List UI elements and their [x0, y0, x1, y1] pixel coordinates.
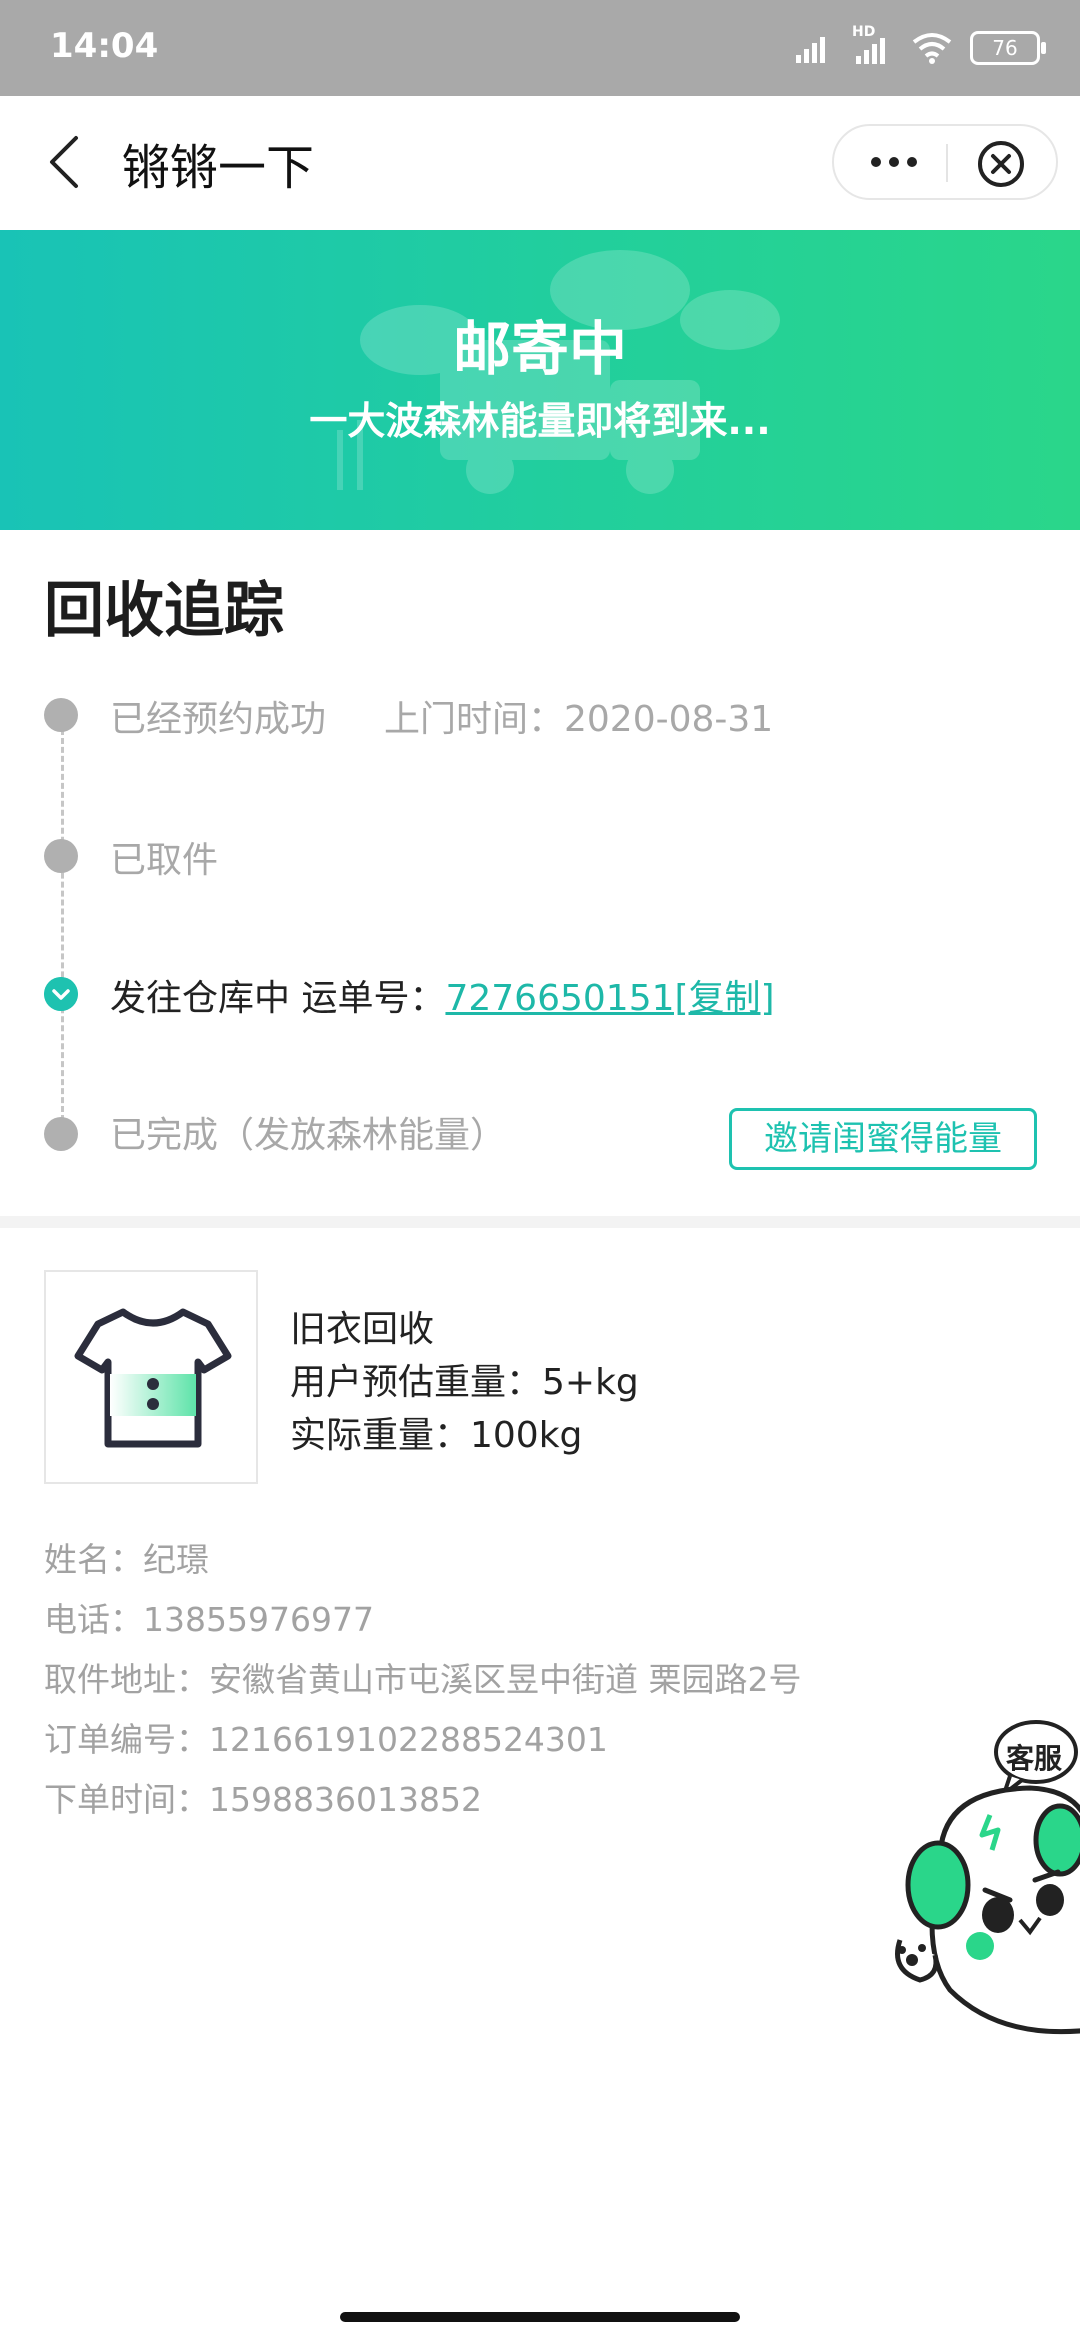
- customer-phone: 电话：13855976977: [44, 1600, 374, 1639]
- timeline-step-label: 发往仓库中 运单号：: [110, 978, 446, 1019]
- signal-icon: [796, 37, 825, 63]
- page-title: 锵锵一下: [122, 140, 315, 196]
- customer-service-mascot[interactable]: 客服: [880, 1710, 1080, 2040]
- order-number: 订单编号：1216619102288524301: [44, 1720, 608, 1759]
- section-title: 回收追踪: [44, 576, 284, 646]
- close-icon[interactable]: [976, 139, 1026, 189]
- wifi-icon: [912, 33, 952, 64]
- pickup-date: 上门时间：2020-08-31: [384, 699, 774, 740]
- customer-service-label: 客服: [1006, 1742, 1063, 1775]
- timeline-current-step: 发往仓库中 运单号：7276650151[复制]: [110, 969, 775, 1021]
- capsule-divider: [946, 144, 948, 182]
- customer-name: 姓名：纪璟: [44, 1540, 209, 1579]
- status-icons: HD 76: [794, 24, 1046, 68]
- more-icon[interactable]: [854, 142, 934, 182]
- order-time: 下单时间：1598836013852: [44, 1780, 482, 1819]
- timeline-step-label: 已取件: [110, 840, 219, 881]
- section-divider: [0, 1216, 1080, 1228]
- banner-subtitle: 一大波森林能量即将到来...: [309, 399, 771, 443]
- timeline-line: [61, 720, 64, 1130]
- timeline-dot: [44, 1117, 78, 1151]
- timeline-step-label: 已完成（发放森林能量）: [110, 1115, 507, 1156]
- product-thumbnail: [44, 1270, 258, 1484]
- timeline-dot: [44, 839, 78, 873]
- pickup-address: 取件地址：安徽省黄山市屯溪区昱中街道 栗园路2号: [44, 1660, 802, 1699]
- waybill-copy-link[interactable]: 7276650151[复制]: [445, 978, 774, 1019]
- banner-title: 邮寄中: [452, 315, 627, 383]
- tshirt-icon: [74, 1308, 232, 1448]
- invite-friend-button[interactable]: 邀请闺蜜得能量: [729, 1108, 1037, 1170]
- back-icon[interactable]: [38, 132, 98, 192]
- status-time: 14:04: [50, 26, 159, 66]
- nav-bar: 锵锵一下: [0, 96, 1080, 230]
- battery-icon: 76: [970, 31, 1046, 65]
- check-icon: [44, 977, 78, 1011]
- product-name: 旧衣回收: [290, 1309, 435, 1350]
- estimated-weight: 用户预估重量：5+kg: [290, 1362, 639, 1403]
- mini-program-capsule: [832, 124, 1058, 200]
- signal-hd-icon: HD: [852, 24, 894, 64]
- home-indicator[interactable]: [340, 2312, 740, 2322]
- status-bar: 14:04 HD 76: [0, 0, 1080, 96]
- timeline-dot: [44, 698, 78, 732]
- actual-weight: 实际重量：100kg: [290, 1415, 583, 1456]
- timeline-step-label: 已经预约成功: [110, 699, 327, 740]
- status-banner: 邮寄中 一大波森林能量即将到来...: [0, 230, 1080, 530]
